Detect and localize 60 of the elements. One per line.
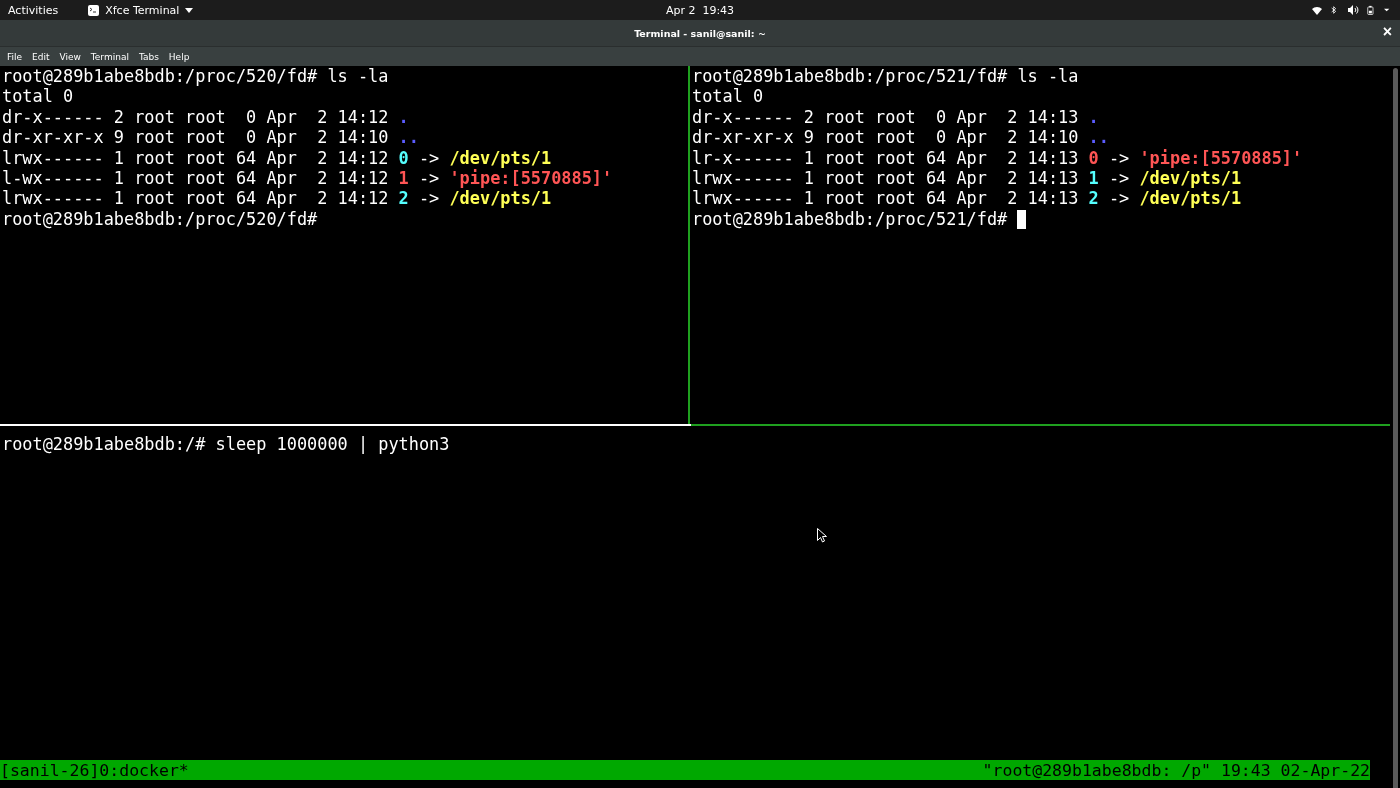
- terminal-text: l-wx------ 1 root root 64 Apr 2 14:12: [2, 168, 390, 189]
- terminal-text: root@289b1abe8bdb:/proc/520/fd# ls -la: [2, 66, 389, 86]
- terminal-text: root@289b1abe8bdb:/# sleep 1000000 | python3: [2, 434, 450, 454]
- terminal-text: ->: [1107, 147, 1131, 168]
- file-descriptor: 0: [398, 147, 409, 168]
- terminal-text: ->: [1107, 188, 1131, 209]
- session-name: [sanil-26]0:docker*: [0, 760, 189, 780]
- symlink-target: /dev/pts/1: [1139, 168, 1242, 189]
- terminal-icon: [88, 4, 100, 16]
- terminal-text: ->: [417, 188, 441, 209]
- menu-item[interactable]: Tabs: [133, 51, 164, 62]
- clock[interactable]: Apr 2 19:43: [665, 3, 735, 17]
- terminal-text: lrwx------ 1 root root 64 Apr 2 14:12: [2, 188, 390, 209]
- terminal-text: dr-xr-xr-x 9 root root 0 Apr 2 14:10: [2, 127, 390, 148]
- mouse-pointer-icon: [817, 528, 827, 543]
- terminal-text: dr-x------ 2 root root 0 Apr 2 14:12: [2, 106, 390, 127]
- symlink-target: /dev/pts/1: [1139, 188, 1242, 209]
- menu-item[interactable]: Terminal: [85, 51, 134, 62]
- terminal-text: dr-xr-xr-x 9 root root 0 Apr 2 14:10: [692, 127, 1080, 148]
- directory-name: .: [398, 106, 409, 127]
- pipe-target: 'pipe:[5570885]': [1139, 147, 1303, 168]
- battery-icon: [1367, 4, 1376, 16]
- symlink-target: /dev/pts/1: [449, 147, 552, 168]
- directory-name: ..: [1088, 127, 1109, 148]
- terminal-text: ->: [417, 147, 441, 168]
- window-title: Terminal - sanil@sanil: ~: [634, 27, 766, 39]
- file-descriptor: 2: [398, 188, 409, 209]
- terminal-text: dr-x------ 2 root root 0 Apr 2 14:13: [692, 106, 1080, 127]
- caret-icon: [185, 7, 194, 13]
- volume-icon: [1347, 4, 1359, 16]
- terminal-text: lr-x------ 1 root root 64 Apr 2 14:13: [692, 147, 1080, 168]
- app-menu-button[interactable]: Xfce Terminal: [88, 3, 194, 17]
- scrollbar[interactable]: [1393, 68, 1398, 788]
- close-button[interactable]: ×: [1382, 24, 1392, 40]
- menu-item[interactable]: File: [2, 51, 28, 62]
- terminal-text: root@289b1abe8bdb:/proc/521/fd#: [692, 208, 1009, 229]
- terminal-text: ->: [417, 168, 441, 189]
- menu-item[interactable]: Edit: [27, 51, 55, 62]
- menu-item[interactable]: Help: [163, 51, 195, 62]
- file-descriptor: 1: [1088, 168, 1099, 189]
- status-info: "root@289b1abe8bdb: /p" 19:43 02-Apr-22: [982, 760, 1370, 780]
- menu-item[interactable]: View: [54, 51, 86, 62]
- terminal-text: total 0: [2, 86, 74, 107]
- symlink-target: /dev/pts/1: [449, 188, 552, 209]
- terminal-text: ->: [1107, 168, 1131, 189]
- terminal-text: lrwx------ 1 root root 64 Apr 2 14:13: [692, 188, 1080, 209]
- file-descriptor: 2: [1088, 188, 1099, 209]
- pipe-target: 'pipe:[5570885]': [449, 168, 613, 189]
- terminal-text: total 0: [692, 86, 764, 107]
- directory-name: .: [1088, 106, 1099, 127]
- terminal-text: root@289b1abe8bdb:/proc/521/fd# ls -la: [692, 66, 1079, 86]
- pipe-target: 0: [1088, 147, 1099, 168]
- wifi-icon: [1311, 4, 1323, 16]
- bluetooth-icon: [1331, 4, 1339, 16]
- terminal-text: lrwx------ 1 root root 64 Apr 2 14:12: [2, 147, 390, 168]
- activities-button[interactable]: Activities: [8, 3, 59, 17]
- directory-name: ..: [398, 127, 419, 148]
- terminal-text: root@289b1abe8bdb:/proc/520/fd#: [2, 208, 318, 229]
- pipe-target: 1: [398, 168, 409, 189]
- terminal-text: lrwx------ 1 root root 64 Apr 2 14:13: [692, 168, 1080, 189]
